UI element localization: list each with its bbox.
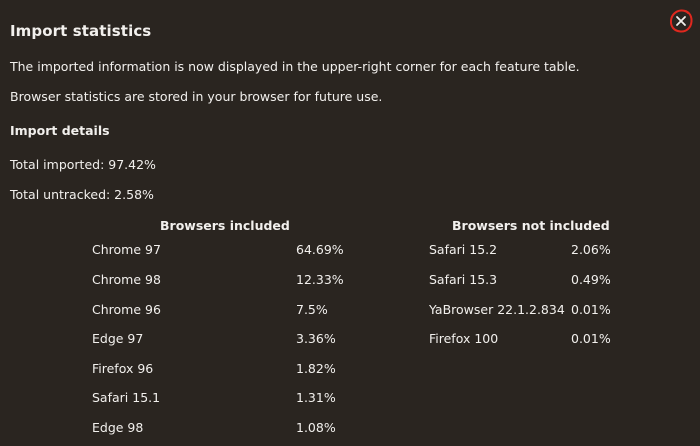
browser-name: Edge 98: [92, 420, 144, 435]
browser-share: 1.31%: [296, 390, 336, 405]
browser-share: 0.49%: [571, 272, 611, 287]
browser-name: Firefox 96: [92, 361, 154, 376]
info-paragraph-feature-table: The imported information is now displaye…: [10, 59, 580, 74]
browser-name: Chrome 97: [92, 242, 161, 257]
browser-share: 7.5%: [296, 302, 328, 317]
browser-name: Chrome 96: [92, 302, 161, 317]
browser-share: 2.06%: [571, 242, 611, 257]
total-imported: Total imported: 97.42%: [10, 157, 156, 172]
close-icon: [669, 9, 693, 33]
browser-share: 0.01%: [571, 331, 611, 346]
import-statistics-dialog: Import statistics The imported informati…: [0, 0, 700, 446]
dialog-title: Import statistics: [10, 22, 152, 40]
browser-share: 3.36%: [296, 331, 336, 346]
browser-name: YaBrowser 22.1.2.834: [429, 302, 565, 317]
browser-share: 12.33%: [296, 272, 344, 287]
browsers-not-included-heading: Browsers not included: [452, 218, 610, 233]
total-untracked: Total untracked: 2.58%: [10, 187, 154, 202]
close-button[interactable]: [668, 8, 694, 34]
browser-share: 64.69%: [296, 242, 344, 257]
browser-name: Firefox 100: [429, 331, 499, 346]
browser-share: 0.01%: [571, 302, 611, 317]
browser-share: 1.08%: [296, 420, 336, 435]
browser-name: Chrome 98: [92, 272, 161, 287]
browser-share: 1.82%: [296, 361, 336, 376]
browsers-included-heading: Browsers included: [160, 218, 290, 233]
browser-name: Safari 15.1: [92, 390, 161, 405]
browser-name: Safari 15.2: [429, 242, 498, 257]
browser-name: Edge 97: [92, 331, 144, 346]
info-paragraph-storage: Browser statistics are stored in your br…: [10, 89, 383, 104]
import-details-heading: Import details: [10, 123, 110, 138]
browser-name: Safari 15.3: [429, 272, 498, 287]
